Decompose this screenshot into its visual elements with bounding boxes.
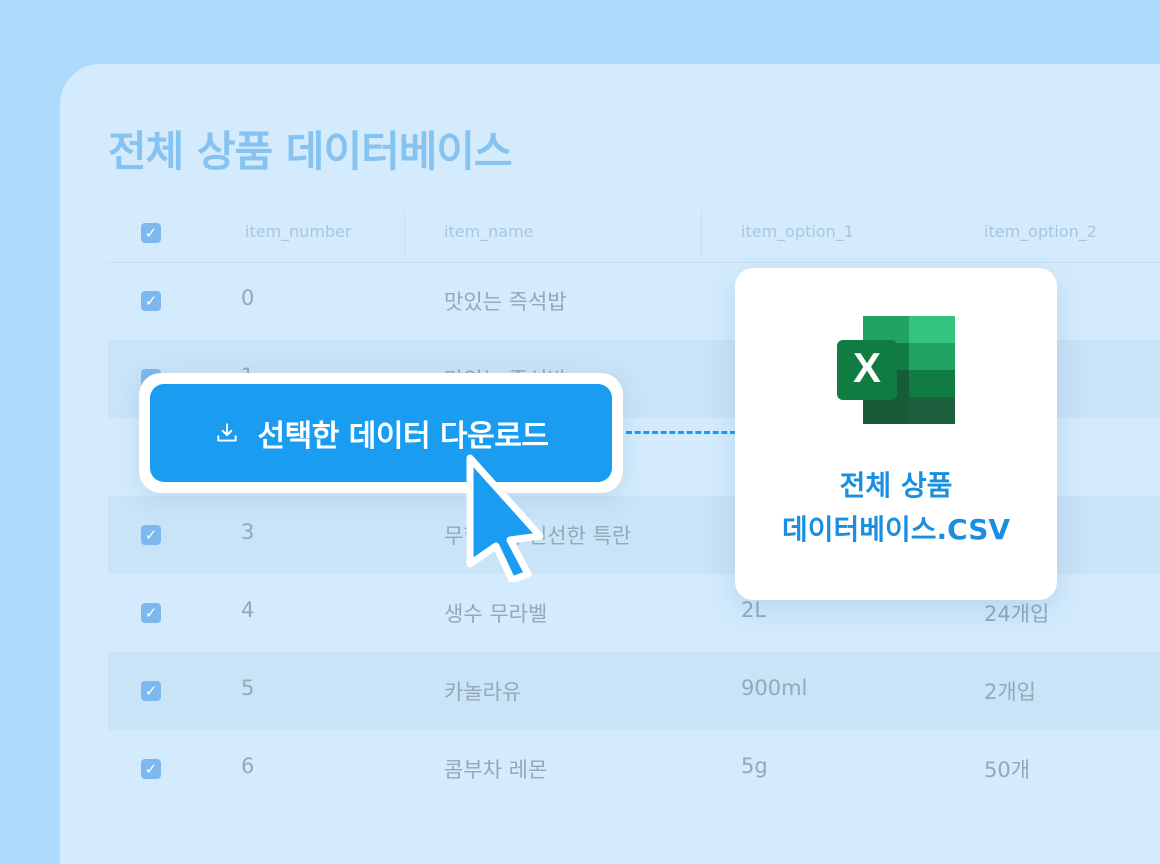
cell-item-number: 5 [241,676,255,700]
csv-file-card[interactable]: X 전체 상품 데이터베이스.CSV [735,268,1057,600]
row-checkbox[interactable]: ✓ [141,759,161,779]
file-name-line-1: 전체 상품 [839,469,953,502]
file-name-line-2: 데이터베이스.CSV [781,513,1011,546]
column-header-item-option-1[interactable]: item_option_1 [741,222,854,241]
cell-item-name: 맛있는 즉석밥 [444,290,567,314]
table-header: ✓ item_number item_name item_option_1 it… [108,206,1160,263]
row-checkbox[interactable]: ✓ [141,603,161,623]
row-checkbox[interactable]: ✓ [141,525,161,545]
download-button-outline: 선택한 데이터 다운로드 [139,373,623,493]
column-divider [701,210,702,256]
cell-item-option-1: 2L [741,598,767,622]
cell-item-option-1: 5g [741,754,768,778]
mouse-cursor-icon [466,454,544,582]
dashed-connector [626,431,736,434]
file-name: 전체 상품 데이터베이스.CSV [735,464,1057,552]
download-icon [214,420,240,446]
cell-item-option-2: 24개입 [984,602,1050,626]
excel-icon: X [837,316,955,424]
download-button-label: 선택한 데이터 다운로드 [257,419,549,454]
column-header-item-name[interactable]: item_name [444,222,534,241]
cell-item-option-2: 2개입 [984,680,1037,704]
column-header-item-option-2[interactable]: item_option_2 [984,222,1097,241]
column-divider [404,210,405,256]
table-row[interactable]: ✓ 5 카놀라유 900ml 2개입 [108,652,1160,730]
row-checkbox[interactable]: ✓ [141,291,161,311]
cell-item-name: 생수 무라벨 [444,602,548,626]
cell-item-number: 4 [241,598,255,622]
excel-icon-letter: X [853,344,881,391]
cell-item-option-1: 900ml [741,676,808,700]
cell-item-number: 6 [241,754,255,778]
table-row[interactable]: ✓ 6 콤부차 레몬 5g 50개 [108,730,1160,808]
cell-item-number: 0 [241,286,255,310]
select-all-checkbox[interactable]: ✓ [141,223,161,243]
cell-item-name: 콤부차 레몬 [444,758,548,782]
row-checkbox[interactable]: ✓ [141,681,161,701]
cell-item-name: 카놀라유 [444,680,522,704]
cell-item-number: 3 [241,520,255,544]
cell-item-option-2: 50개 [984,758,1031,782]
page-title: 전체 상품 데이터베이스 [108,127,513,176]
column-header-item-number[interactable]: item_number [245,222,352,241]
